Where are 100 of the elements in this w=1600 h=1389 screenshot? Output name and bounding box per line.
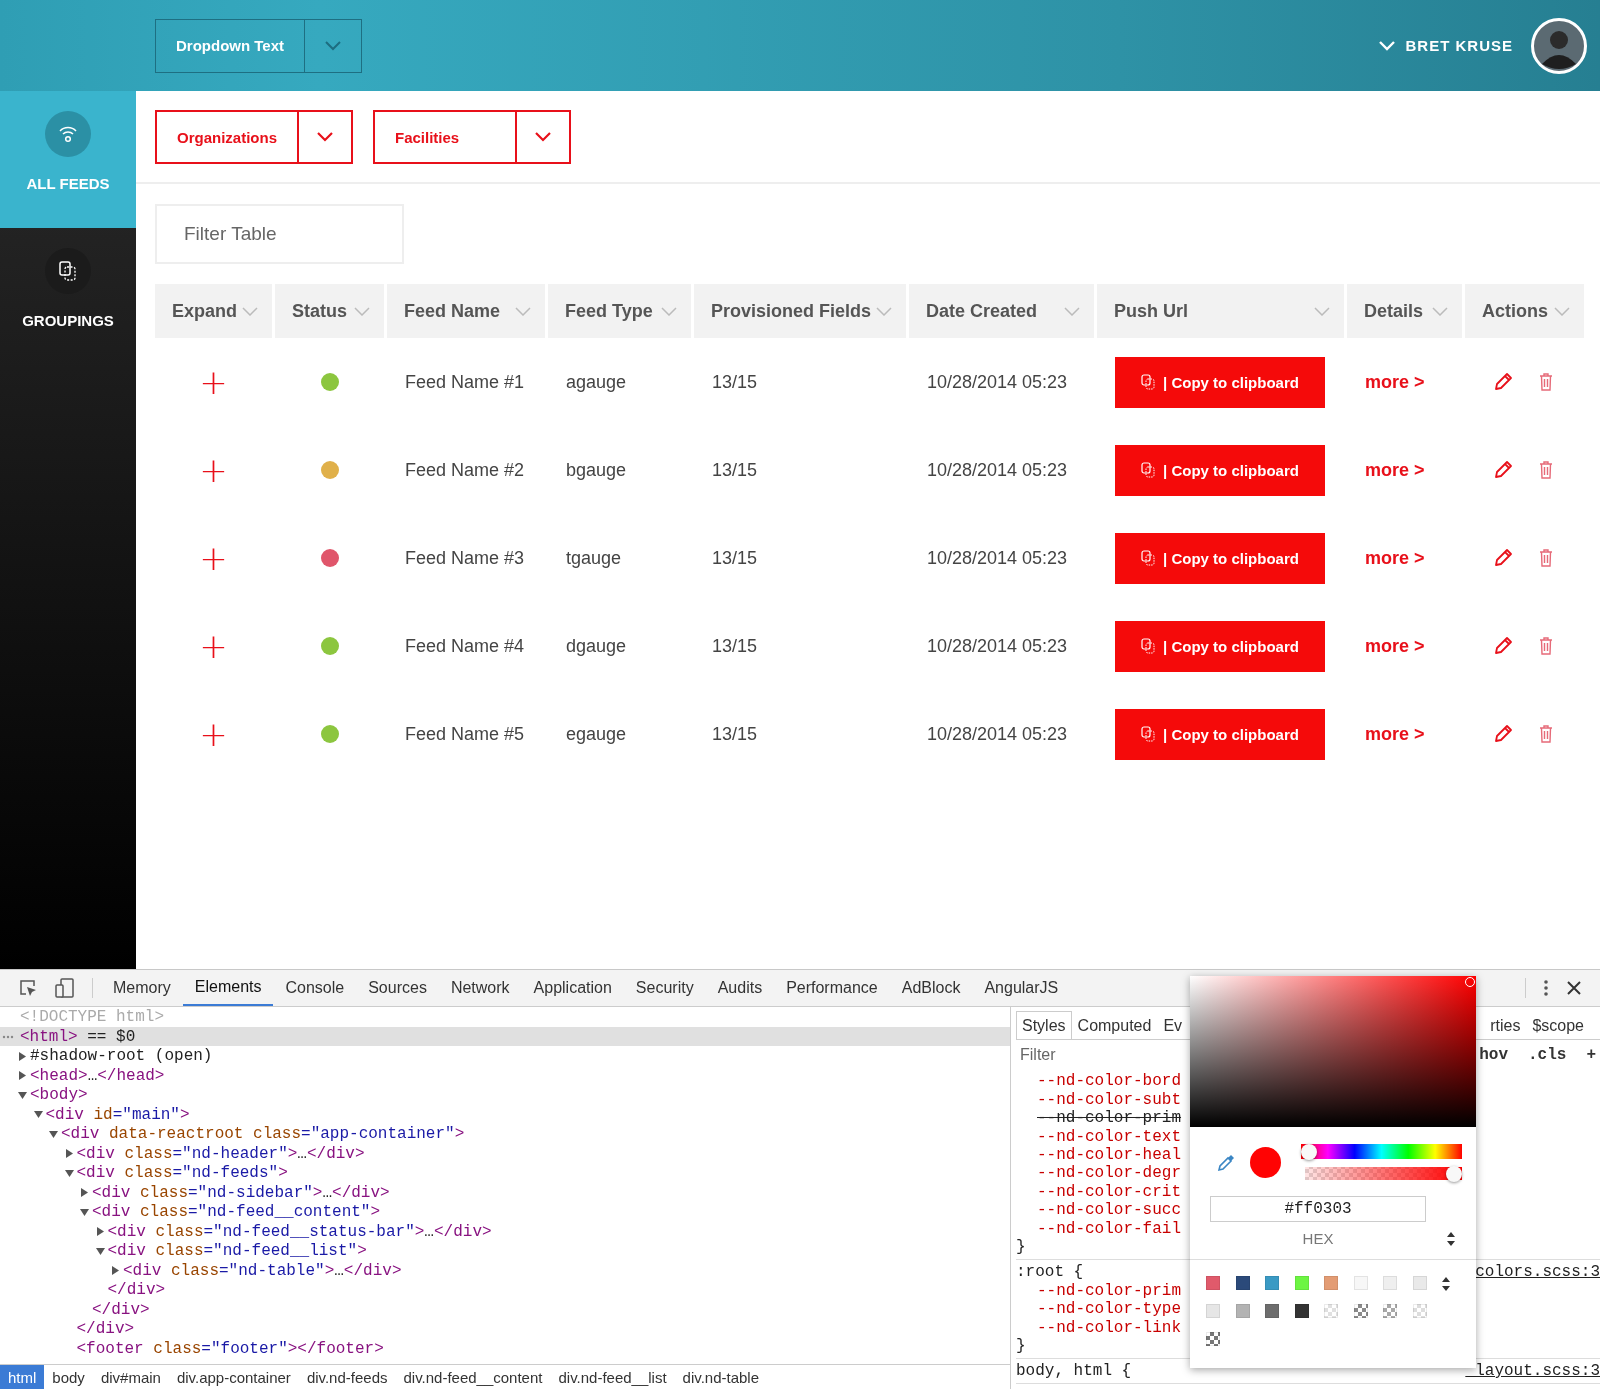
source-link[interactable]: _layout.scss:3 <box>1465 1362 1600 1380</box>
color-swatch[interactable] <box>1324 1276 1338 1291</box>
column-header[interactable]: Details <box>1347 284 1462 338</box>
triangle-icon[interactable] <box>95 1227 105 1237</box>
triangle-icon[interactable] <box>33 1110 43 1120</box>
styles-tab[interactable]: Ev <box>1157 1011 1189 1040</box>
dom-node[interactable]: <div class="nd-feed__list"> <box>0 1241 1010 1261</box>
dom-node[interactable]: </div> <box>0 1299 1010 1320</box>
pencil-icon[interactable] <box>1493 636 1513 656</box>
close-icon[interactable] <box>1567 981 1581 996</box>
dom-node[interactable]: <div class="nd-header">…</div> <box>0 1143 1010 1164</box>
toolbar-button[interactable]: .cls <box>1528 1046 1567 1065</box>
expand-button[interactable]: + <box>199 453 228 487</box>
breadcrumb[interactable]: div.app-container <box>168 1365 299 1389</box>
up-down-arrows-icon[interactable] <box>1446 1231 1456 1248</box>
filter-dropdown[interactable]: Organizations <box>155 110 353 164</box>
breadcrumb[interactable]: div.nd-feeds <box>298 1365 396 1389</box>
column-header[interactable]: Actions <box>1465 284 1584 338</box>
pencil-icon[interactable] <box>1493 548 1513 568</box>
inspect-icon[interactable] <box>19 979 37 998</box>
source-link[interactable]: colors.scss:3 <box>1475 1262 1600 1281</box>
breadcrumb[interactable]: div.nd-feed__content <box>395 1365 551 1389</box>
dom-node[interactable]: <body> <box>0 1085 1010 1105</box>
styles-tab[interactable]: Computed <box>1071 1011 1158 1040</box>
alpha-slider[interactable] <box>1305 1165 1462 1183</box>
toolbar-button[interactable]: hov <box>1479 1046 1508 1065</box>
trash-icon[interactable] <box>1539 548 1553 568</box>
column-header[interactable]: Status <box>275 284 384 338</box>
pencil-icon[interactable] <box>1493 724 1513 744</box>
color-swatch[interactable] <box>1294 1304 1309 1319</box>
color-swatch[interactable] <box>1412 1304 1427 1319</box>
toolbar-button[interactable]: + <box>1586 1046 1596 1065</box>
copy-button[interactable]: | Copy to clipboard <box>1115 532 1325 584</box>
color-swatch[interactable] <box>1324 1304 1338 1319</box>
more-link[interactable]: more > <box>1365 635 1425 657</box>
more-link[interactable]: more > <box>1365 723 1425 745</box>
styles-tab[interactable]: $scope <box>1526 1011 1590 1040</box>
devtools-tab[interactable]: AngularJS <box>972 970 1071 1007</box>
expand-button[interactable]: + <box>199 629 228 663</box>
hex-field[interactable]: #ff0303 <box>1210 1196 1426 1223</box>
devtools-tab[interactable]: Network <box>438 970 522 1007</box>
saturation-area[interactable] <box>1190 976 1476 1128</box>
triangle-icon[interactable] <box>80 1207 89 1217</box>
breadcrumb[interactable]: div#main <box>92 1365 169 1389</box>
color-swatch[interactable] <box>1412 1276 1427 1291</box>
copy-button[interactable]: | Copy to clipboard <box>1115 620 1325 672</box>
more-link[interactable]: more > <box>1365 459 1425 481</box>
breadcrumb[interactable]: div.nd-feed__list <box>550 1365 675 1389</box>
dom-node[interactable]: <head>…</head> <box>0 1065 1010 1086</box>
breadcrumb[interactable]: html <box>0 1365 45 1389</box>
hue-slider[interactable] <box>1301 1143 1462 1161</box>
color-swatch[interactable] <box>1235 1304 1250 1319</box>
column-header[interactable]: Feed Name <box>387 284 545 338</box>
devtools-tab[interactable]: Security <box>623 970 706 1007</box>
avatar[interactable] <box>1531 17 1587 74</box>
pencil-icon[interactable] <box>1493 372 1513 392</box>
dom-node[interactable]: <div id="main"> <box>0 1104 1010 1125</box>
triangle-icon[interactable] <box>111 1266 120 1276</box>
sidebar-item[interactable]: GROUPINGS <box>0 228 136 365</box>
expand-button[interactable]: + <box>199 717 228 751</box>
styles-tab[interactable]: rties <box>1484 1011 1527 1040</box>
devtools-tab[interactable]: Console <box>273 970 357 1007</box>
kebab-menu-icon[interactable] <box>1543 979 1549 998</box>
dom-node[interactable]: </div> <box>0 1319 1010 1339</box>
triangle-icon[interactable] <box>64 1149 74 1159</box>
user-menu[interactable]: BRET KRUSE <box>1379 37 1513 54</box>
breadcrumb[interactable]: div.nd-table <box>674 1365 768 1389</box>
color-swatch[interactable] <box>1206 1332 1220 1347</box>
devtools-tab[interactable]: Audits <box>705 970 775 1007</box>
dom-node[interactable]: <footer class="footer"></footer> <box>0 1338 1010 1359</box>
column-header[interactable]: Date Created <box>909 284 1094 338</box>
dom-node[interactable]: <div class="nd-sidebar">…</div> <box>0 1182 1010 1203</box>
triangle-icon[interactable] <box>64 1168 74 1178</box>
color-swatch[interactable] <box>1206 1276 1220 1291</box>
color-swatch[interactable] <box>1294 1276 1309 1291</box>
devtools-tab[interactable]: Elements <box>182 970 274 1007</box>
dom-node[interactable]: #shadow-root (open) <box>0 1046 1010 1066</box>
copy-button[interactable]: | Copy to clipboard <box>1115 444 1325 496</box>
color-swatch[interactable] <box>1383 1304 1397 1319</box>
trash-icon[interactable] <box>1539 636 1553 656</box>
devtools-tab[interactable]: AdBlock <box>889 970 973 1007</box>
copy-button[interactable]: | Copy to clipboard <box>1115 708 1325 760</box>
more-link[interactable]: more > <box>1365 547 1425 569</box>
color-swatch[interactable] <box>1353 1304 1368 1319</box>
devtools-tab[interactable]: Performance <box>774 970 890 1007</box>
trash-icon[interactable] <box>1539 724 1553 744</box>
dom-node[interactable]: <div class="nd-feeds"> <box>0 1163 1010 1183</box>
slider-thumb[interactable] <box>1446 1165 1462 1182</box>
devtools-tab[interactable]: Application <box>521 970 624 1007</box>
devtools-tab[interactable]: Sources <box>356 970 439 1007</box>
triangle-icon[interactable] <box>95 1246 105 1256</box>
triangle-icon[interactable] <box>18 1051 27 1061</box>
column-header[interactable]: Provisioned Fields <box>694 284 906 338</box>
dom-node[interactable]: <div class="nd-feed__content"> <box>0 1202 1010 1222</box>
dom-node[interactable]: <div class="nd-feed__status-bar">…</div> <box>0 1221 1010 1242</box>
expand-button[interactable]: + <box>199 365 228 399</box>
filter-field[interactable]: Filter Table <box>155 204 404 264</box>
more-link[interactable]: more > <box>1365 371 1425 393</box>
color-swatch[interactable] <box>1235 1276 1250 1291</box>
filter-dropdown[interactable]: Facilities <box>373 110 571 164</box>
